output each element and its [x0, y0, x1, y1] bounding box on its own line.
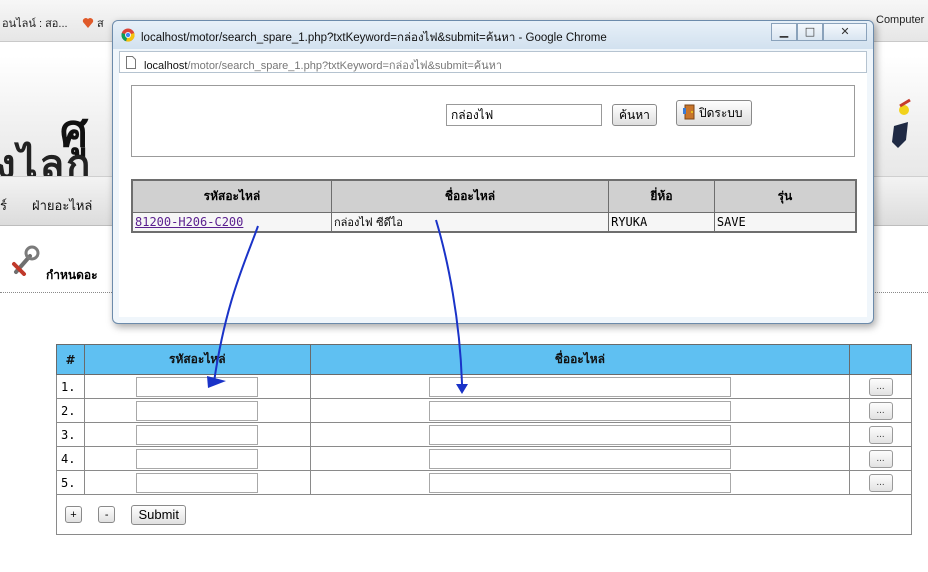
lookup-button[interactable]: ... — [868, 425, 893, 444]
column-header-action — [849, 344, 912, 375]
door-exit-icon — [683, 104, 695, 119]
spare-name-input[interactable] — [428, 376, 731, 397]
nav-item[interactable]: ร์ — [0, 195, 7, 216]
spare-code-input[interactable] — [136, 400, 259, 421]
table-footer: + - Submit — [56, 494, 912, 535]
search-input[interactable] — [446, 104, 602, 126]
bookmark-item[interactable]: อนไลน์ : สอ... — [2, 14, 68, 32]
lookup-button[interactable]: ... — [868, 401, 893, 420]
table-row: 3. ... — [56, 422, 912, 447]
lookup-button[interactable]: ... — [868, 377, 893, 396]
row-number: 5. — [56, 470, 85, 495]
nav-item-spare-parts[interactable]: ฝ่ายอะไหล่ — [32, 195, 92, 216]
spare-parts-form-table: # รหัสอะไหล่ ชื่ออะไหล่ 1. ... 2. ... 3.… — [56, 344, 912, 535]
wrench-icon — [12, 245, 40, 276]
row-number: 4. — [56, 446, 85, 471]
result-header-model: รุ่น — [713, 179, 857, 213]
page-icon — [126, 56, 136, 69]
spare-code-input[interactable] — [136, 448, 259, 469]
spare-name-input[interactable] — [428, 472, 731, 493]
section-title-text: กำหนดอะ — [46, 268, 98, 282]
result-model-cell: SAVE — [713, 211, 857, 232]
heart-icon — [82, 18, 94, 28]
result-header-brand: ยี่ห้อ — [608, 179, 715, 213]
spare-code-input[interactable] — [136, 376, 259, 397]
bookmark-item[interactable]: Computer — [876, 14, 924, 26]
lookup-button[interactable]: ... — [868, 473, 893, 492]
column-header-index: # — [56, 344, 85, 375]
search-button[interactable]: ค้นหา — [612, 104, 657, 126]
url-path: /motor/search_spare_1.php?txtKeyword=กล่… — [187, 60, 503, 72]
popup-titlebar[interactable]: localhost/motor/search_spare_1.php?txtKe… — [113, 21, 873, 49]
spare-name-input[interactable] — [428, 400, 731, 421]
spare-code-input[interactable] — [136, 472, 259, 493]
table-row: 2. ... — [56, 398, 912, 423]
spare-code-input[interactable] — [136, 424, 259, 445]
close-icon[interactable]: ✕ — [823, 23, 867, 41]
table-row: 5. ... — [56, 470, 912, 495]
popup-content: ค้นหา ปิดระบบ รหัสอะไหล่ ชื่ออะไหล่ ยี่ห… — [119, 73, 867, 317]
close-system-button[interactable]: ปิดระบบ — [676, 100, 752, 126]
table-row: 4. ... — [56, 446, 912, 471]
motorbike-rider-icon — [892, 98, 911, 148]
search-result-table: รหัสอะไหล่ ชื่ออะไหล่ ยี่ห้อ รุ่น 81200-… — [131, 179, 857, 233]
submit-button[interactable]: Submit — [131, 504, 186, 525]
result-brand-cell: RYUKA — [608, 211, 715, 232]
address-url: localhost/motor/search_spare_1.php?txtKe… — [144, 56, 502, 74]
table-footer-row: + - Submit — [56, 494, 912, 535]
close-system-label: ปิดระบบ — [699, 105, 743, 120]
address-bar[interactable]: localhost/motor/search_spare_1.php?txtKe… — [119, 51, 867, 73]
row-number: 1. — [56, 374, 85, 399]
result-header-name: ชื่ออะไหล่ — [330, 179, 610, 213]
spare-name-input[interactable] — [428, 424, 731, 445]
row-number: 2. — [56, 398, 85, 423]
result-header-code: รหัสอะไหล่ — [131, 179, 332, 213]
table-row: 81200-H206-C200 กล่องไฟ ซีดีไอ RYUKA SAV… — [131, 211, 857, 232]
bookmark-item[interactable]: ส — [82, 14, 104, 32]
result-code-cell: 81200-H206-C200 — [131, 211, 332, 232]
maximize-icon[interactable]: □ — [797, 23, 823, 41]
result-name-cell: กล่องไฟ ซีดีไอ — [330, 211, 610, 232]
spare-name-input[interactable] — [428, 448, 731, 469]
column-header-name: ชื่ออะไหล่ — [309, 344, 851, 375]
result-code-link[interactable]: 81200-H206-C200 — [135, 215, 243, 229]
add-row-button[interactable]: + — [65, 506, 82, 523]
window-controls: ▁ □ ✕ — [771, 23, 867, 41]
lookup-button[interactable]: ... — [868, 449, 893, 468]
chrome-icon — [121, 28, 135, 42]
popup-title: localhost/motor/search_spare_1.php?txtKe… — [141, 32, 607, 44]
minimize-icon[interactable]: ▁ — [771, 23, 797, 41]
table-row: 1. ... — [56, 374, 912, 399]
search-panel: ค้นหา ปิดระบบ — [131, 85, 855, 157]
popup-window: localhost/motor/search_spare_1.php?txtKe… — [112, 20, 874, 324]
url-host: localhost — [144, 60, 188, 72]
row-number: 3. — [56, 422, 85, 447]
remove-row-button[interactable]: - — [98, 506, 116, 523]
column-header-code: รหัสอะไหล่ — [83, 344, 311, 375]
